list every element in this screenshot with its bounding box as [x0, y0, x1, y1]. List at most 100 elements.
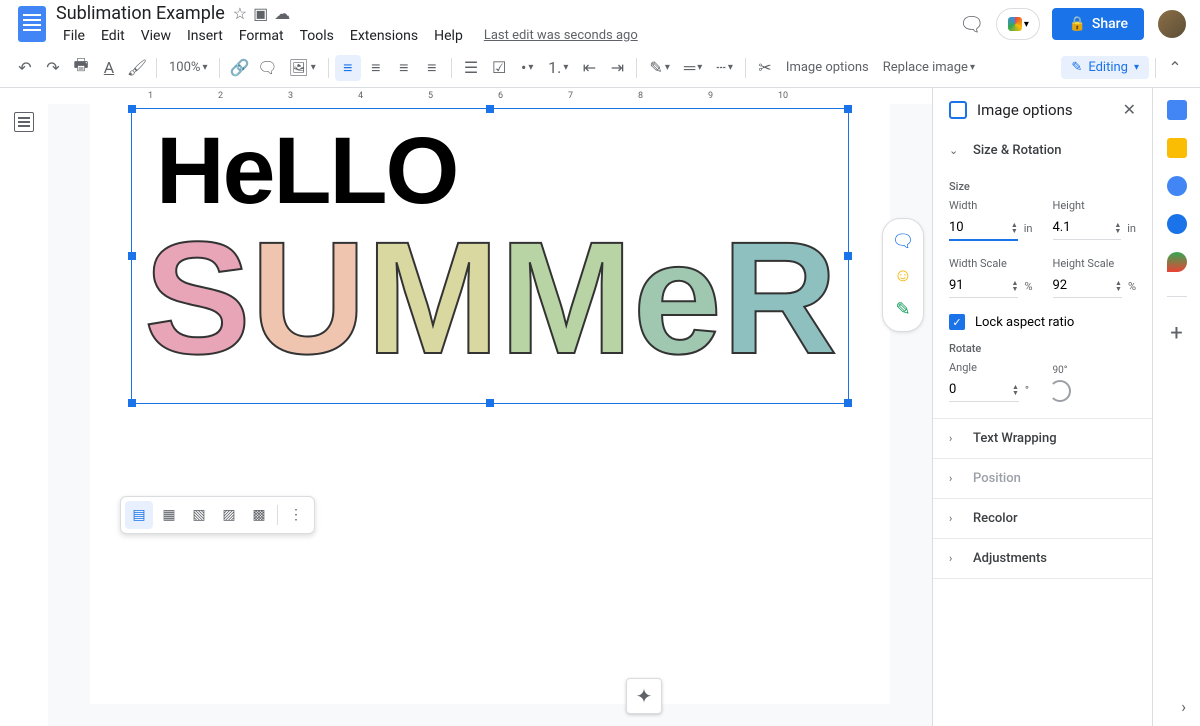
selected-image[interactable]: HeLLO S U M M e R — [131, 108, 849, 404]
collapse-toolbar-button[interactable]: ⌃ — [1162, 55, 1188, 81]
chevron-right-icon: › — [949, 512, 961, 525]
bulleted-list-button[interactable]: •▾ — [514, 55, 540, 81]
height-scale-spinner[interactable]: ▲▼ — [1115, 280, 1122, 292]
wrap-text-button[interactable]: ▦ — [155, 501, 183, 529]
insert-link-button[interactable]: 🔗 — [226, 55, 252, 81]
wrap-inline-button[interactable]: ▤ — [125, 501, 153, 529]
width-scale-spinner[interactable]: ▲▼ — [1012, 280, 1019, 292]
hide-side-panel-button[interactable]: › — [1181, 697, 1186, 716]
docs-logo[interactable] — [12, 4, 52, 44]
editing-mode-button[interactable]: ✎ Editing ▾ — [1061, 56, 1149, 79]
maps-icon[interactable] — [1167, 252, 1187, 272]
menu-view[interactable]: View — [134, 26, 178, 46]
menu-file[interactable]: File — [56, 26, 92, 46]
menu-insert[interactable]: Insert — [180, 26, 230, 46]
checklist-button[interactable]: ☑ — [486, 55, 512, 81]
wrap-break-button[interactable]: ▧ — [185, 501, 213, 529]
image-options-button[interactable]: Image options — [780, 56, 875, 79]
resize-handle-bl[interactable] — [128, 399, 136, 407]
paint-format-button[interactable]: 🖌 — [124, 55, 150, 81]
cloud-status-icon[interactable]: ☁ — [274, 4, 290, 23]
tasks-icon[interactable] — [1167, 176, 1187, 196]
print-button[interactable]: 🖶 — [68, 55, 94, 81]
doc-side-actions: 🗨 ☺ ✎ — [882, 218, 924, 332]
height-input[interactable]: 4.1 ▲▼ — [1053, 216, 1122, 240]
resize-handle-ml[interactable] — [128, 252, 136, 260]
document-page[interactable]: HeLLO S U M M e R — [90, 104, 890, 704]
account-avatar[interactable] — [1156, 8, 1188, 40]
insert-image-button[interactable]: 🖼▾ — [282, 55, 321, 81]
menu-edit[interactable]: Edit — [94, 26, 132, 46]
move-icon[interactable]: ▣ — [253, 4, 268, 23]
resize-handle-tm[interactable] — [486, 105, 494, 113]
align-left-button[interactable]: ≡ — [335, 55, 361, 81]
numbered-list-button[interactable]: 1.▾ — [542, 55, 574, 81]
angle-input[interactable]: 0 ▲▼ — [949, 378, 1019, 402]
calendar-icon[interactable] — [1167, 100, 1187, 120]
height-spinner[interactable]: ▲▼ — [1114, 222, 1121, 234]
menu-format[interactable]: Format — [232, 26, 291, 46]
align-center-button[interactable]: ≡ — [363, 55, 389, 81]
menu-tools[interactable]: Tools — [293, 26, 341, 46]
resize-handle-br[interactable] — [844, 399, 852, 407]
align-justify-button[interactable]: ≡ — [419, 55, 445, 81]
increase-indent-button[interactable]: ⇥ — [604, 55, 630, 81]
crop-button[interactable]: ✂ — [752, 55, 778, 81]
wrap-behind-button[interactable]: ▨ — [215, 501, 243, 529]
add-comment-button[interactable]: 🗨 — [254, 55, 280, 81]
comments-icon[interactable]: 🗨 — [959, 12, 984, 36]
add-emoji-side-button[interactable]: ☺ — [891, 263, 915, 287]
image-icon — [949, 101, 967, 119]
spellcheck-button[interactable]: A — [96, 55, 122, 81]
replace-image-button[interactable]: Replace image▾ — [877, 56, 981, 79]
explore-button[interactable]: ✦ — [626, 678, 662, 714]
last-edit-text[interactable]: Last edit was seconds ago — [484, 28, 638, 43]
outline-toggle-icon[interactable] — [14, 112, 34, 132]
angle-spinner[interactable]: ▲▼ — [1012, 384, 1019, 396]
sidebar-title: Image options — [977, 101, 1073, 119]
width-spinner[interactable]: ▲▼ — [1011, 222, 1018, 234]
width-input[interactable]: 10 ▲▼ — [949, 216, 1018, 241]
align-right-button[interactable]: ≡ — [391, 55, 417, 81]
document-title[interactable]: Sublimation Example — [56, 3, 225, 24]
section-size-rotation-toggle[interactable]: ⌄ Size & Rotation — [933, 131, 1152, 170]
section-text-wrapping-toggle[interactable]: › Text Wrapping — [933, 419, 1152, 458]
close-sidebar-button[interactable]: ✕ — [1123, 100, 1136, 119]
share-button[interactable]: 🔒 Share — [1052, 8, 1144, 40]
contacts-icon[interactable] — [1167, 214, 1187, 234]
decrease-indent-button[interactable]: ⇤ — [576, 55, 602, 81]
border-dash-button[interactable]: ┄▾ — [710, 55, 739, 81]
add-comment-side-button[interactable]: 🗨 — [891, 229, 915, 253]
border-color-button[interactable]: ✎▾ — [643, 55, 675, 81]
resize-handle-tr[interactable] — [844, 105, 852, 113]
star-icon[interactable]: ☆ — [233, 4, 247, 23]
section-adjustments-toggle[interactable]: › Adjustments — [933, 539, 1152, 578]
image-more-button[interactable]: ⋮ — [282, 501, 310, 529]
line-spacing-button[interactable]: ☰ — [458, 55, 484, 81]
menu-help[interactable]: Help — [427, 26, 470, 46]
rotate-90-button[interactable] — [1049, 380, 1071, 402]
height-scale-input[interactable]: 92 ▲▼ — [1053, 274, 1122, 298]
horizontal-ruler[interactable]: 1 2 3 4 5 6 7 8 9 10 — [48, 88, 932, 104]
resize-handle-bm[interactable] — [486, 399, 494, 407]
section-recolor-toggle[interactable]: › Recolor — [933, 499, 1152, 538]
share-label: Share — [1092, 16, 1128, 32]
border-weight-button[interactable]: ═▾ — [678, 55, 708, 81]
undo-button[interactable]: ↶ — [12, 55, 38, 81]
resize-handle-tl[interactable] — [128, 105, 136, 113]
toolbar: ↶ ↷ 🖶 A 🖌 100%▾ 🔗 🗨 🖼▾ ≡ ≡ ≡ ≡ ☰ ☑ •▾ 1.… — [0, 48, 1200, 88]
pencil-icon: ✎ — [1071, 60, 1082, 75]
chevron-right-icon: › — [949, 552, 961, 565]
chevron-right-icon: › — [949, 472, 961, 485]
resize-handle-mr[interactable] — [844, 252, 852, 260]
keep-icon[interactable] — [1167, 138, 1187, 158]
get-addons-button[interactable]: + — [1170, 321, 1182, 346]
zoom-select[interactable]: 100%▾ — [163, 56, 213, 79]
suggest-side-button[interactable]: ✎ — [891, 297, 915, 321]
width-scale-input[interactable]: 91 ▲▼ — [949, 274, 1018, 298]
redo-button[interactable]: ↷ — [40, 55, 66, 81]
wrap-front-button[interactable]: ▩ — [245, 501, 273, 529]
lock-aspect-checkbox[interactable]: ✓ — [949, 314, 965, 330]
menu-extensions[interactable]: Extensions — [343, 26, 425, 46]
meet-button[interactable]: ▾ — [996, 8, 1040, 40]
